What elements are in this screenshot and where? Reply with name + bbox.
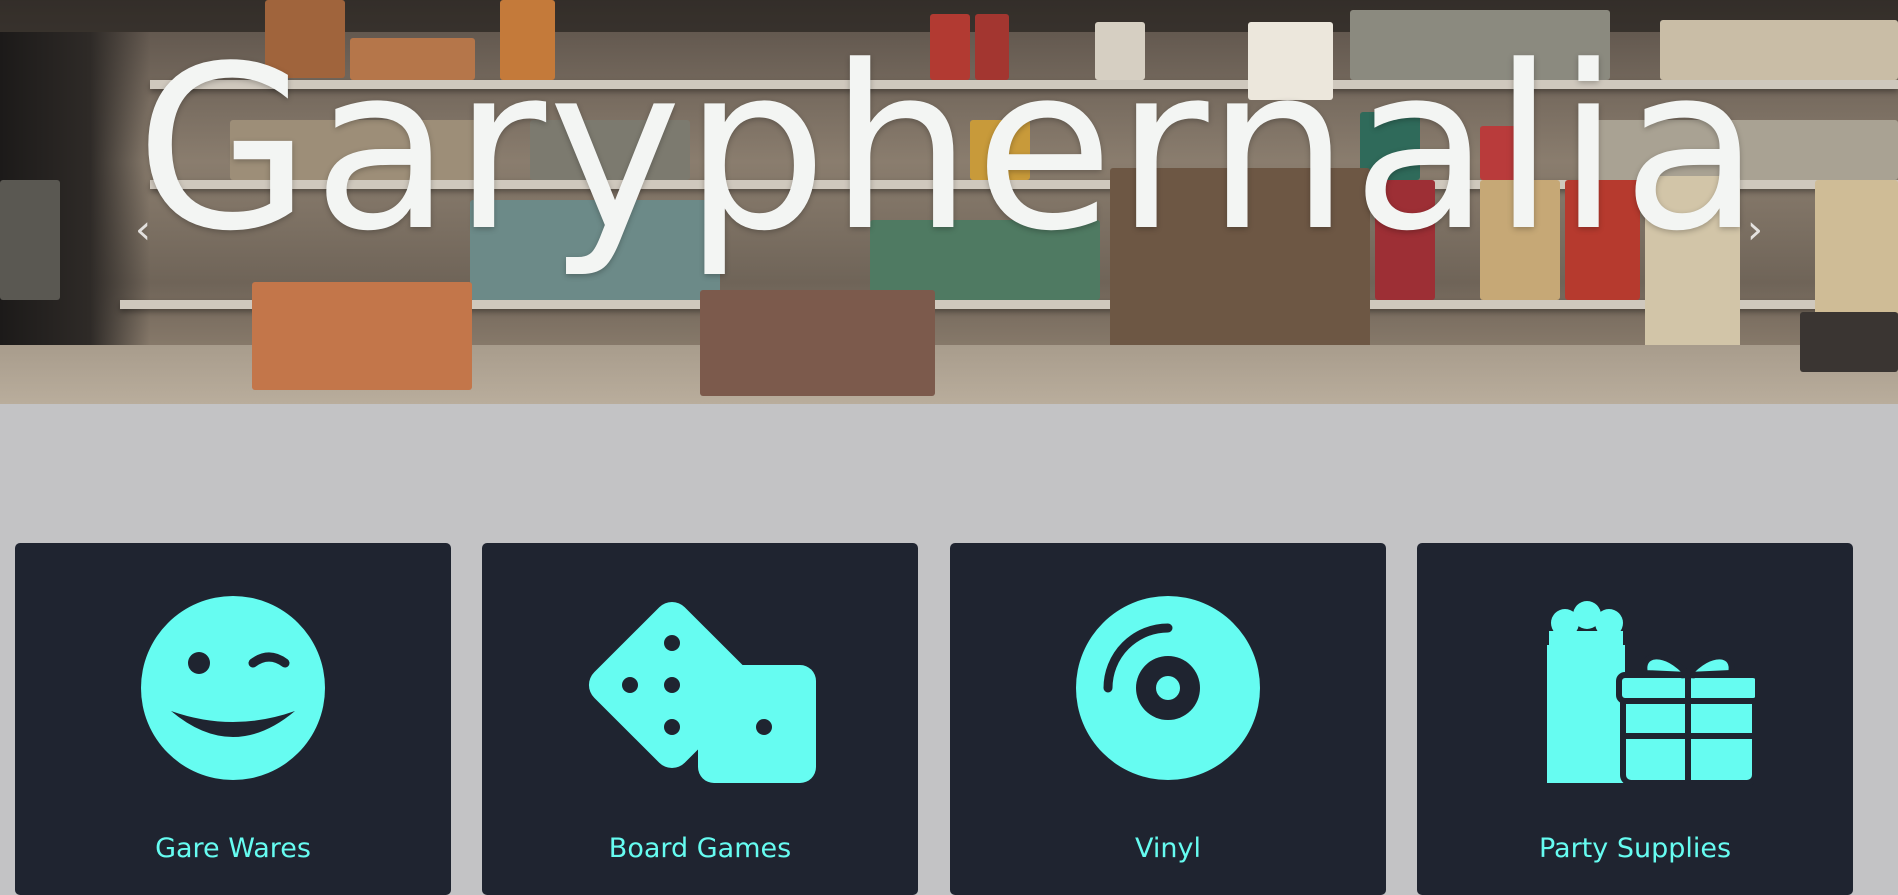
category-label: Party Supplies	[1538, 833, 1732, 864]
bowl	[1800, 312, 1898, 372]
carousel-prev-button[interactable]: ‹	[128, 210, 158, 250]
category-label: Gare Wares	[155, 833, 311, 864]
winking-face-icon	[113, 593, 353, 793]
gifts-icon	[1515, 593, 1755, 793]
category-card-board-games[interactable]: Board Games	[482, 543, 918, 895]
carousel-next-button[interactable]: ›	[1740, 210, 1770, 250]
category-label: Board Games	[608, 833, 792, 864]
category-card-party-supplies[interactable]: Party Supplies	[1417, 543, 1853, 895]
category-card-vinyl[interactable]: Vinyl	[950, 543, 1386, 895]
category-card-gare-wares[interactable]: Gare Wares	[15, 543, 451, 895]
category-label: Vinyl	[1135, 833, 1201, 864]
crate	[252, 282, 472, 390]
record-disc-icon	[1048, 593, 1288, 793]
dice-icon	[580, 593, 820, 793]
hero-title: Garyphernalia	[135, 18, 1763, 281]
scale	[700, 290, 935, 396]
hero-carousel: Garyphernalia ‹ ›	[0, 0, 1898, 404]
